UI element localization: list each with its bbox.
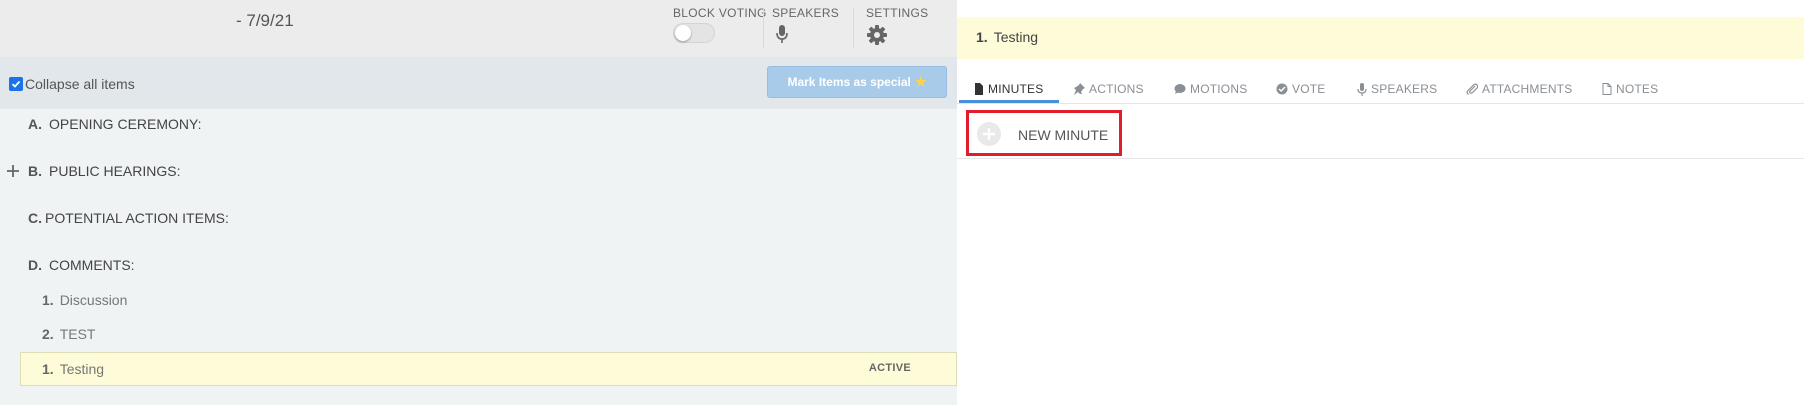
plus-circle-icon (977, 122, 1001, 146)
agenda-sub-item[interactable]: 1. Discussion (42, 292, 127, 308)
item-number: 2. (42, 326, 54, 342)
tab-minutes[interactable]: MINUTES (974, 82, 1043, 96)
meeting-header: - 7/9/21 BLOCK VOTING SPEAKERS SETTINGS (0, 0, 957, 57)
mark-special-button[interactable]: Mark Items as special ★ (767, 66, 947, 98)
tab-vote[interactable]: VOTE (1276, 82, 1325, 96)
section-letter: A. (28, 116, 42, 132)
item-number: 1. (976, 29, 988, 45)
expand-plus-icon[interactable] (6, 162, 20, 183)
detail-title: 1. Testing (976, 29, 1038, 45)
section-letter: C. (28, 210, 42, 226)
pin-icon (1074, 83, 1085, 95)
agenda-panel: - 7/9/21 BLOCK VOTING SPEAKERS SETTINGS (0, 0, 957, 405)
new-minute-label: NEW MINUTE (1018, 127, 1109, 143)
section-letter: D. (28, 257, 42, 273)
gear-icon[interactable] (866, 24, 888, 51)
tab-label: MINUTES (988, 82, 1044, 96)
new-minute-button[interactable]: NEW MINUTE (966, 110, 1122, 156)
agenda-section[interactable]: C. POTENTIAL ACTION ITEMS: (28, 210, 229, 226)
check-circle-icon (1276, 83, 1288, 95)
tab-label: MOTIONS (1190, 82, 1248, 96)
tab-actions[interactable]: ACTIONS (1073, 82, 1144, 96)
agenda-sub-item[interactable]: 2. TEST (42, 326, 95, 342)
settings-label: SETTINGS (866, 6, 929, 20)
active-tab-indicator (959, 100, 1059, 103)
active-badge: ACTIVE (868, 362, 911, 374)
tab-label: SPEAKERS (1371, 82, 1438, 96)
meeting-date: - 7/9/21 (236, 11, 294, 30)
tab-label: VOTE (1292, 82, 1326, 96)
toggle-knob (675, 25, 691, 41)
divider (957, 158, 1804, 159)
active-item-title: 1. Testing (42, 361, 104, 377)
tab-attachments[interactable]: ATTACHMENTS (1466, 82, 1572, 96)
block-voting-toggle[interactable] (673, 23, 715, 43)
meeting-app: - 7/9/21 BLOCK VOTING SPEAKERS SETTINGS (0, 0, 1804, 405)
agenda-section[interactable]: B. PUBLIC HEARINGS: (28, 163, 180, 179)
active-agenda-item[interactable]: 1. Testing ACTIVE (20, 352, 957, 386)
item-title: Testing (993, 29, 1039, 45)
note-icon (1602, 83, 1612, 95)
item-number: 1. (42, 361, 54, 377)
divider (763, 8, 764, 48)
microphone-icon[interactable] (775, 24, 789, 49)
tab-speakers[interactable]: SPEAKERS (1357, 82, 1437, 96)
item-number: 1. (42, 292, 54, 308)
section-title: OPENING CEREMONY: (49, 116, 202, 132)
section-title: POTENTIAL ACTION ITEMS: (45, 210, 229, 226)
tab-label: NOTES (1616, 82, 1659, 96)
tab-label: ACTIONS (1089, 82, 1144, 96)
agenda-section[interactable]: D. COMMENTS: (28, 257, 135, 273)
section-title: PUBLIC HEARINGS: (49, 163, 181, 179)
collapse-all-checkbox[interactable]: Collapse all items (9, 76, 135, 92)
agenda-section[interactable]: A. OPENING CEREMONY: (28, 116, 201, 132)
divider (853, 8, 854, 48)
speakers-label: SPEAKERS (772, 6, 840, 20)
file-icon (975, 83, 983, 95)
item-title: Discussion (59, 292, 128, 308)
section-letter: B. (28, 163, 42, 179)
collapse-all-label: Collapse all items (25, 76, 135, 92)
star-icon: ★ (914, 74, 927, 89)
item-title: TEST (59, 326, 96, 342)
tab-motions[interactable]: MOTIONS (1174, 82, 1247, 96)
tab-notes[interactable]: NOTES (1602, 82, 1658, 96)
paperclip-icon (1466, 83, 1478, 95)
detail-header: 1. Testing (957, 17, 1804, 59)
item-detail-panel: 1. Testing MINUTES ACTIONS MOTIONS VOTE (957, 0, 1804, 405)
chat-icon (1174, 84, 1186, 94)
block-voting-label: BLOCK VOTING (673, 6, 767, 20)
tab-label: ATTACHMENTS (1482, 82, 1573, 96)
mark-special-label: Mark Items as special (787, 75, 911, 89)
item-title: Testing (59, 361, 105, 377)
detail-tabs: MINUTES ACTIONS MOTIONS VOTE SPEAKERS AT… (957, 78, 1804, 104)
section-title: COMMENTS: (49, 257, 135, 273)
checkbox-checked-icon[interactable] (9, 77, 23, 91)
mic-icon (1357, 82, 1367, 96)
